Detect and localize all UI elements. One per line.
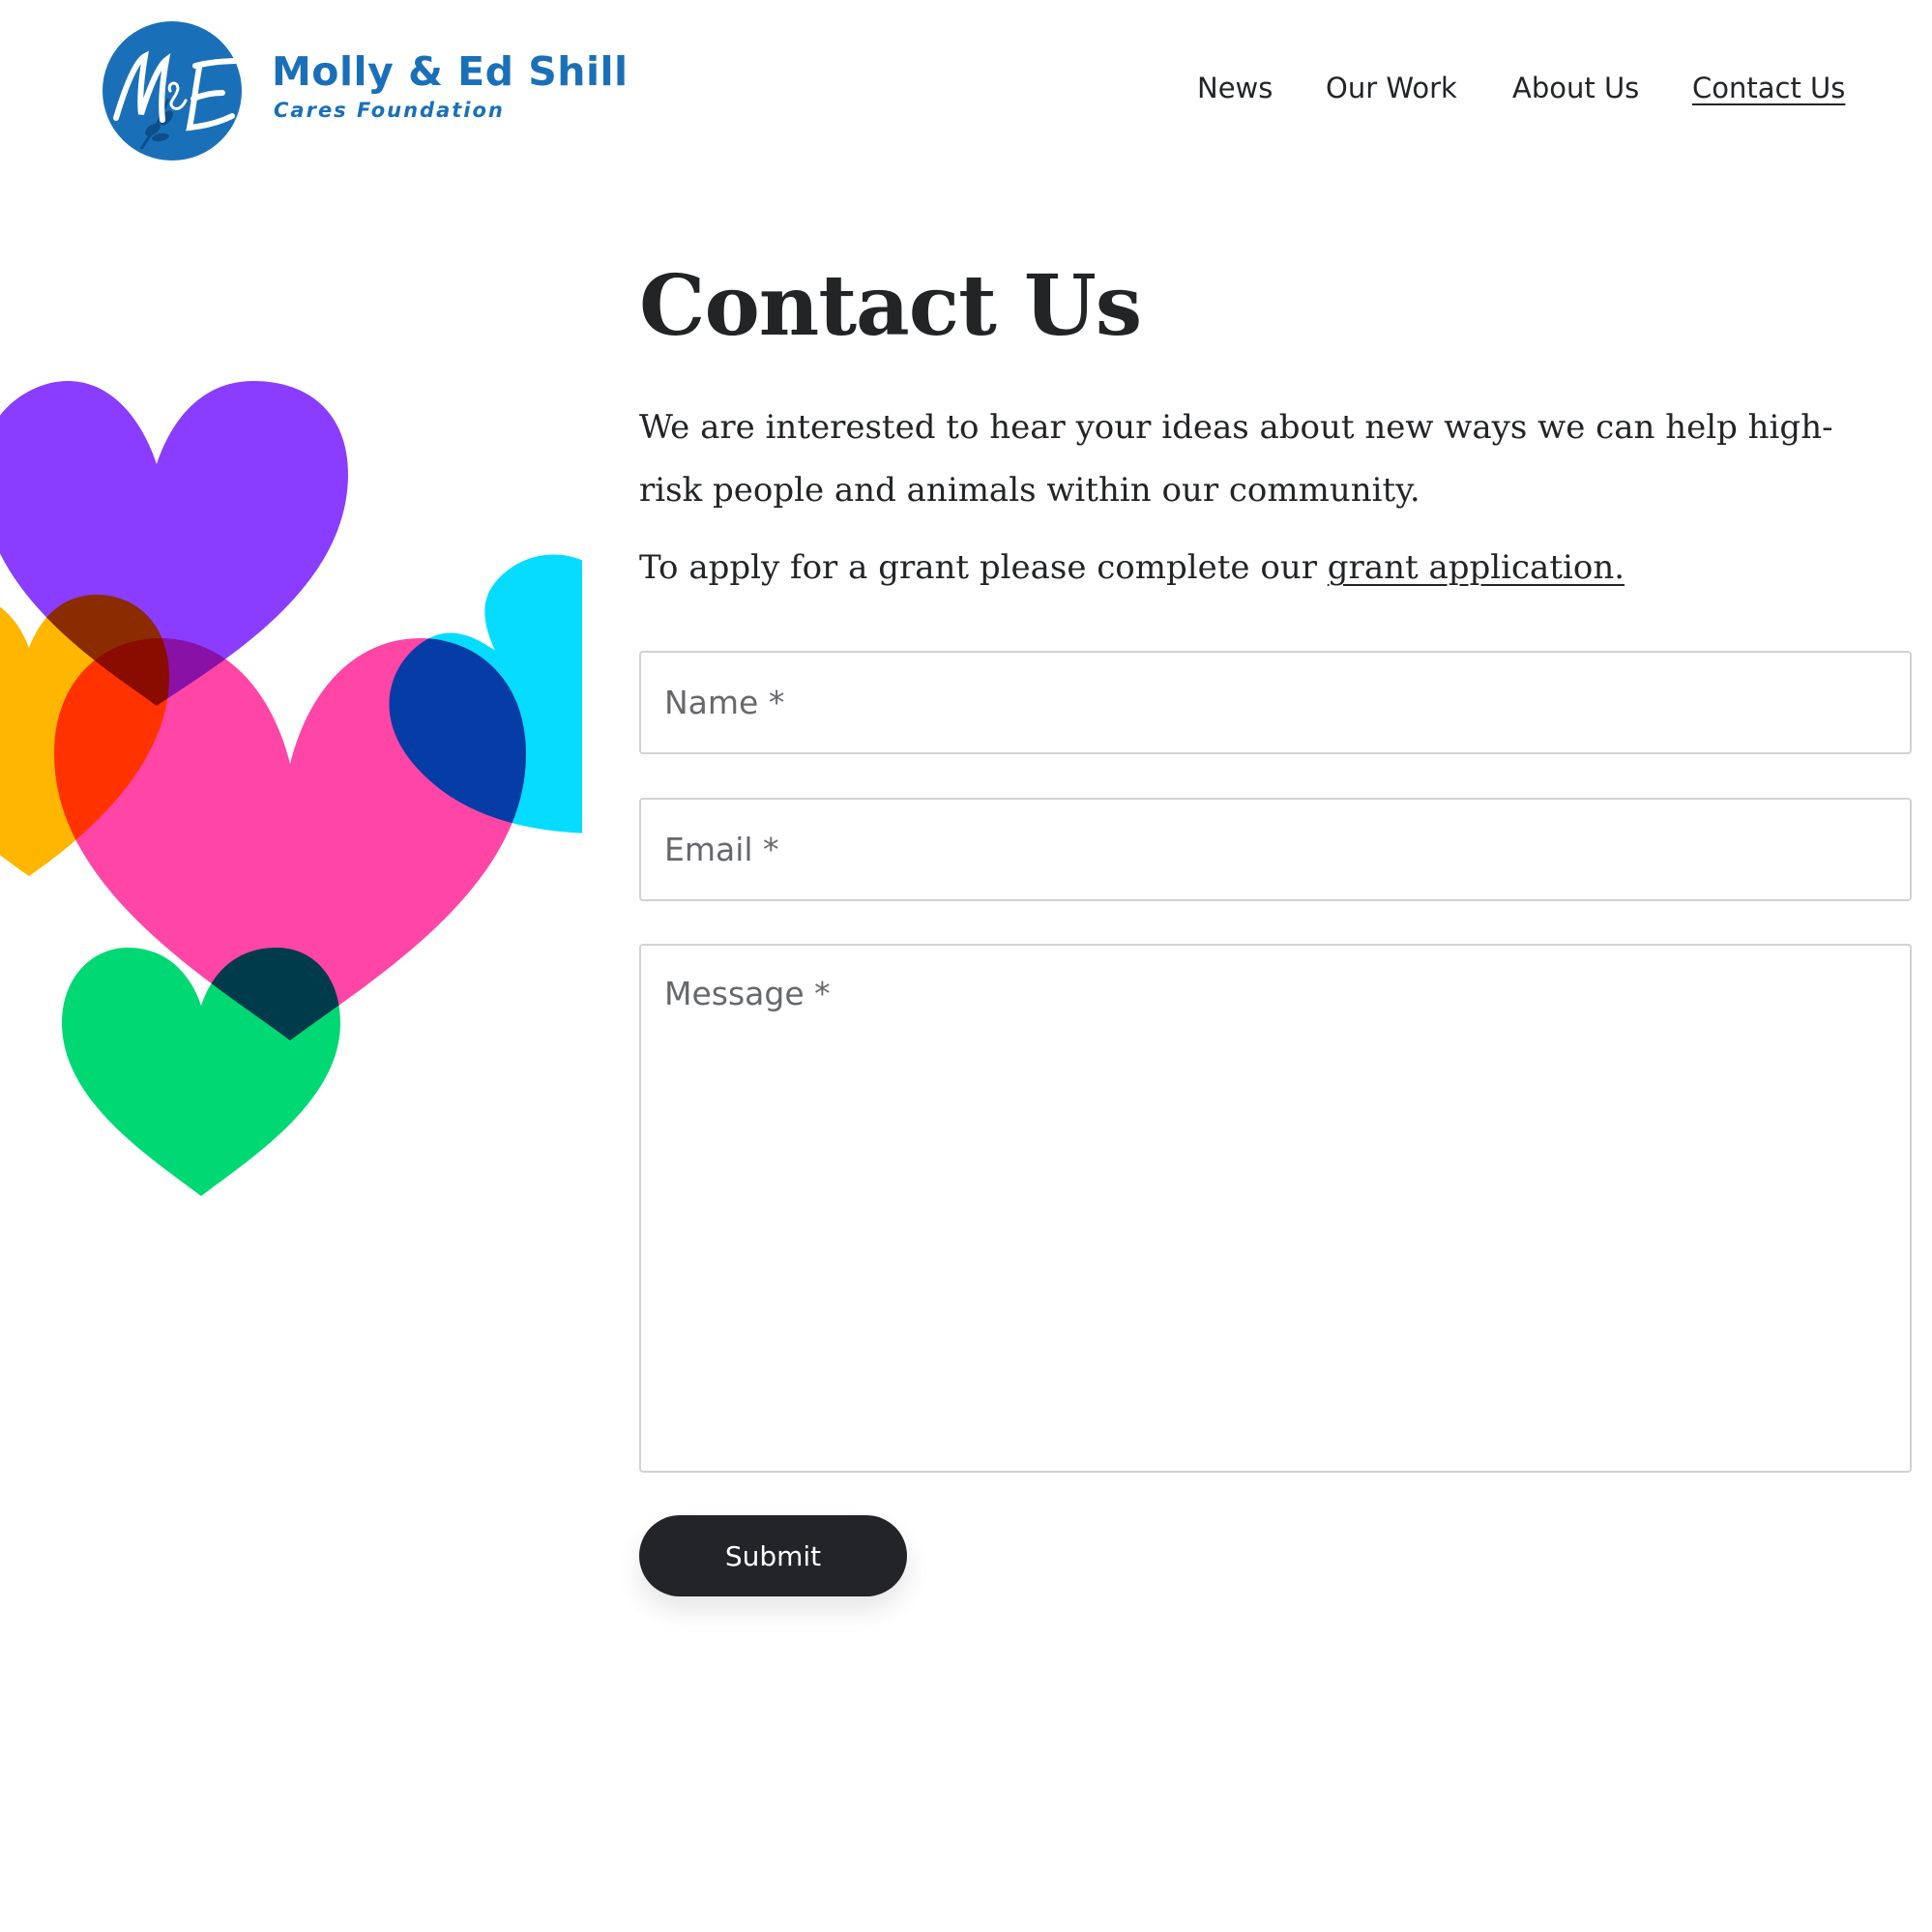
submit-button[interactable]: Submit: [639, 1515, 907, 1596]
contact-section: Contact Us We are interested to hear you…: [639, 253, 1914, 592]
hearts-illustration: [0, 381, 582, 1196]
nav-item-about-us[interactable]: About Us: [1512, 72, 1639, 104]
name-input[interactable]: [639, 651, 1912, 754]
grant-text-prefix: To apply for a grant please complete our: [639, 548, 1328, 587]
nav-item-news[interactable]: News: [1197, 72, 1273, 104]
message-textarea[interactable]: [639, 944, 1912, 1473]
page-title: Contact Us: [639, 257, 1142, 355]
email-input[interactable]: [639, 798, 1912, 901]
green-heart-icon: [62, 948, 340, 1196]
grant-application-link[interactable]: grant application.: [1328, 548, 1625, 587]
grant-text: To apply for a grant please complete our…: [639, 543, 1914, 592]
intro-text: We are interested to hear your ideas abo…: [639, 408, 1833, 510]
main-nav: News Our Work About Us Contact Us: [0, 72, 1932, 110]
nav-item-contact-us[interactable]: Contact Us: [1692, 72, 1845, 104]
nav-item-our-work[interactable]: Our Work: [1326, 72, 1457, 104]
